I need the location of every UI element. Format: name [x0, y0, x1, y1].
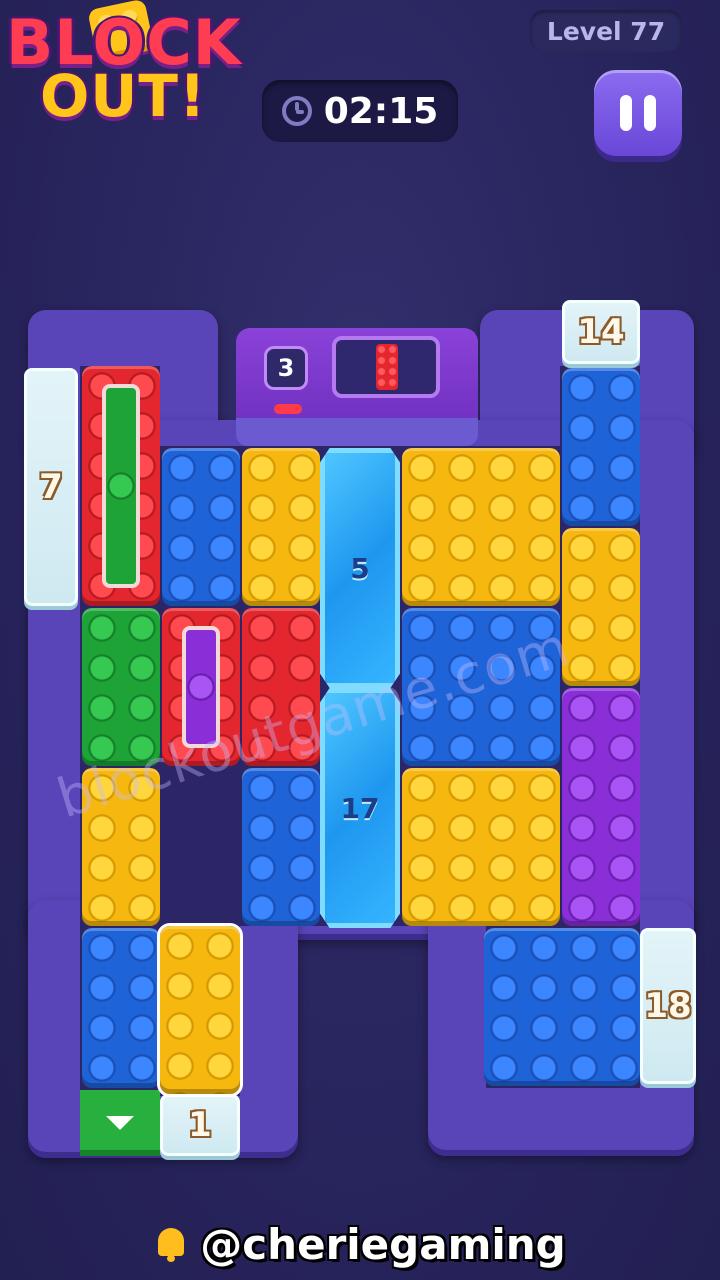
block-purple-tall[interactable]: [562, 688, 640, 926]
block-blue[interactable]: [242, 768, 320, 926]
block-blue-large[interactable]: [484, 928, 640, 1086]
machine-counter: 3: [264, 346, 308, 390]
pause-button[interactable]: [594, 70, 682, 156]
gate-counter: 7: [39, 467, 63, 507]
block-blue[interactable]: [162, 448, 240, 606]
logo-text-bottom: OUT!: [40, 62, 207, 130]
exit-gate-right: 18: [640, 928, 696, 1084]
red-brick-preview-icon: [376, 344, 398, 390]
exit-gate-top-right: 14: [562, 300, 640, 364]
gate-counter: 18: [644, 986, 692, 1026]
level-indicator: Level 77: [530, 10, 682, 52]
exit-gate-left: 7: [24, 368, 78, 606]
crystal-block[interactable]: 5: [320, 448, 400, 688]
exit-gate-green: [80, 1090, 160, 1156]
clock-icon: [281, 96, 312, 126]
block-yellow-large[interactable]: [402, 448, 560, 606]
brick-dispenser-machine: 3: [236, 328, 478, 446]
timer-value: 02:15: [323, 90, 439, 132]
block-yellow-large[interactable]: [402, 768, 560, 926]
gate-counter: 14: [577, 312, 625, 352]
pause-icon-bar: [644, 95, 656, 131]
machine-light: [274, 404, 302, 414]
game-logo: BLOCK OUT!: [0, 0, 270, 150]
block-yellow[interactable]: [242, 448, 320, 606]
down-arrow-icon: [106, 1116, 134, 1130]
crystal-counter: 5: [350, 551, 370, 585]
machine-base: [236, 418, 478, 446]
bell-icon: [154, 1226, 188, 1262]
countdown-timer: 02:15: [262, 80, 458, 142]
block-blue[interactable]: [82, 928, 160, 1088]
block-yellow[interactable]: [562, 528, 640, 686]
block-red-frame-tall[interactable]: [82, 366, 160, 606]
block-blue[interactable]: [562, 368, 640, 526]
gate-counter: 1: [188, 1105, 212, 1145]
pause-icon: [620, 95, 632, 131]
block-yellow-selected[interactable]: [157, 923, 243, 1097]
creator-handle: @cheriegaming: [0, 1208, 720, 1280]
block-green-inside: [102, 384, 140, 588]
machine-window: [332, 336, 440, 398]
handle-text: @cheriegaming: [200, 1219, 566, 1269]
crystal-counter: 17: [340, 791, 380, 825]
exit-gate-bottom: 1: [160, 1094, 240, 1156]
